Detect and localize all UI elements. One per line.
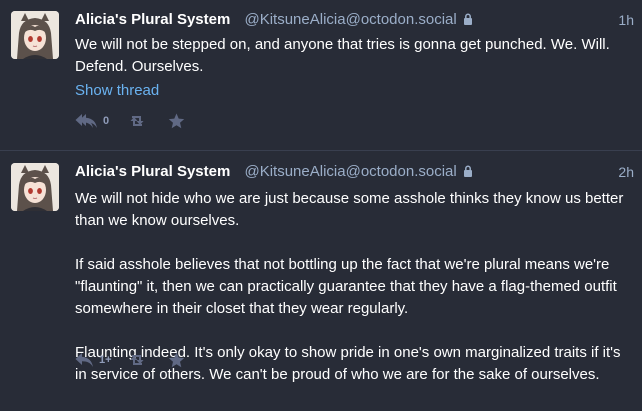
reply-all-icon bbox=[75, 113, 97, 129]
reply-count: 0 bbox=[103, 115, 110, 127]
status-content: We will not be stepped on, and anyone th… bbox=[75, 34, 632, 78]
status-paragraph: We will not be stepped on, and anyone th… bbox=[75, 36, 610, 75]
account-handle[interactable]: @KitsuneAlicia@octodon.social bbox=[244, 11, 456, 28]
boost-icon bbox=[128, 353, 146, 367]
action-bar: 0 bbox=[75, 109, 185, 133]
favourite-button[interactable] bbox=[168, 113, 185, 129]
star-icon bbox=[168, 113, 185, 129]
status-card[interactable]: Alicia's Plural System @KitsuneAlicia@oc… bbox=[0, 152, 642, 411]
timestamp[interactable]: 1h bbox=[618, 10, 634, 30]
status-paragraph: We will not hide who we are just because… bbox=[75, 190, 624, 229]
status-paragraph: If said asshole believes that not bottli… bbox=[75, 256, 617, 317]
avatar-image bbox=[11, 163, 59, 211]
avatar[interactable] bbox=[11, 11, 59, 59]
boost-button[interactable] bbox=[128, 353, 168, 367]
star-icon bbox=[168, 352, 185, 368]
boost-icon bbox=[128, 114, 146, 128]
lock-icon bbox=[463, 163, 473, 183]
timestamp[interactable]: 2h bbox=[618, 162, 634, 182]
avatar-image bbox=[11, 11, 59, 59]
lock-icon bbox=[463, 11, 473, 31]
show-thread-link[interactable]: Show thread bbox=[75, 81, 159, 101]
status-header: Alicia's Plural System @KitsuneAlicia@oc… bbox=[75, 10, 634, 30]
favourite-button[interactable] bbox=[168, 352, 185, 368]
action-bar: 1+ bbox=[75, 348, 185, 372]
display-name[interactable]: Alicia's Plural System bbox=[75, 163, 230, 180]
boost-button[interactable] bbox=[128, 114, 168, 128]
avatar[interactable] bbox=[11, 163, 59, 211]
reply-icon bbox=[75, 352, 93, 368]
account-handle[interactable]: @KitsuneAlicia@octodon.social bbox=[244, 163, 456, 180]
reply-button[interactable]: 1+ bbox=[75, 352, 128, 368]
status-card[interactable]: Alicia's Plural System @KitsuneAlicia@oc… bbox=[0, 0, 642, 151]
reply-count: 1+ bbox=[99, 354, 112, 366]
display-name[interactable]: Alicia's Plural System bbox=[75, 11, 230, 28]
status-header: Alicia's Plural System @KitsuneAlicia@oc… bbox=[75, 162, 634, 182]
reply-button[interactable]: 0 bbox=[75, 113, 128, 129]
